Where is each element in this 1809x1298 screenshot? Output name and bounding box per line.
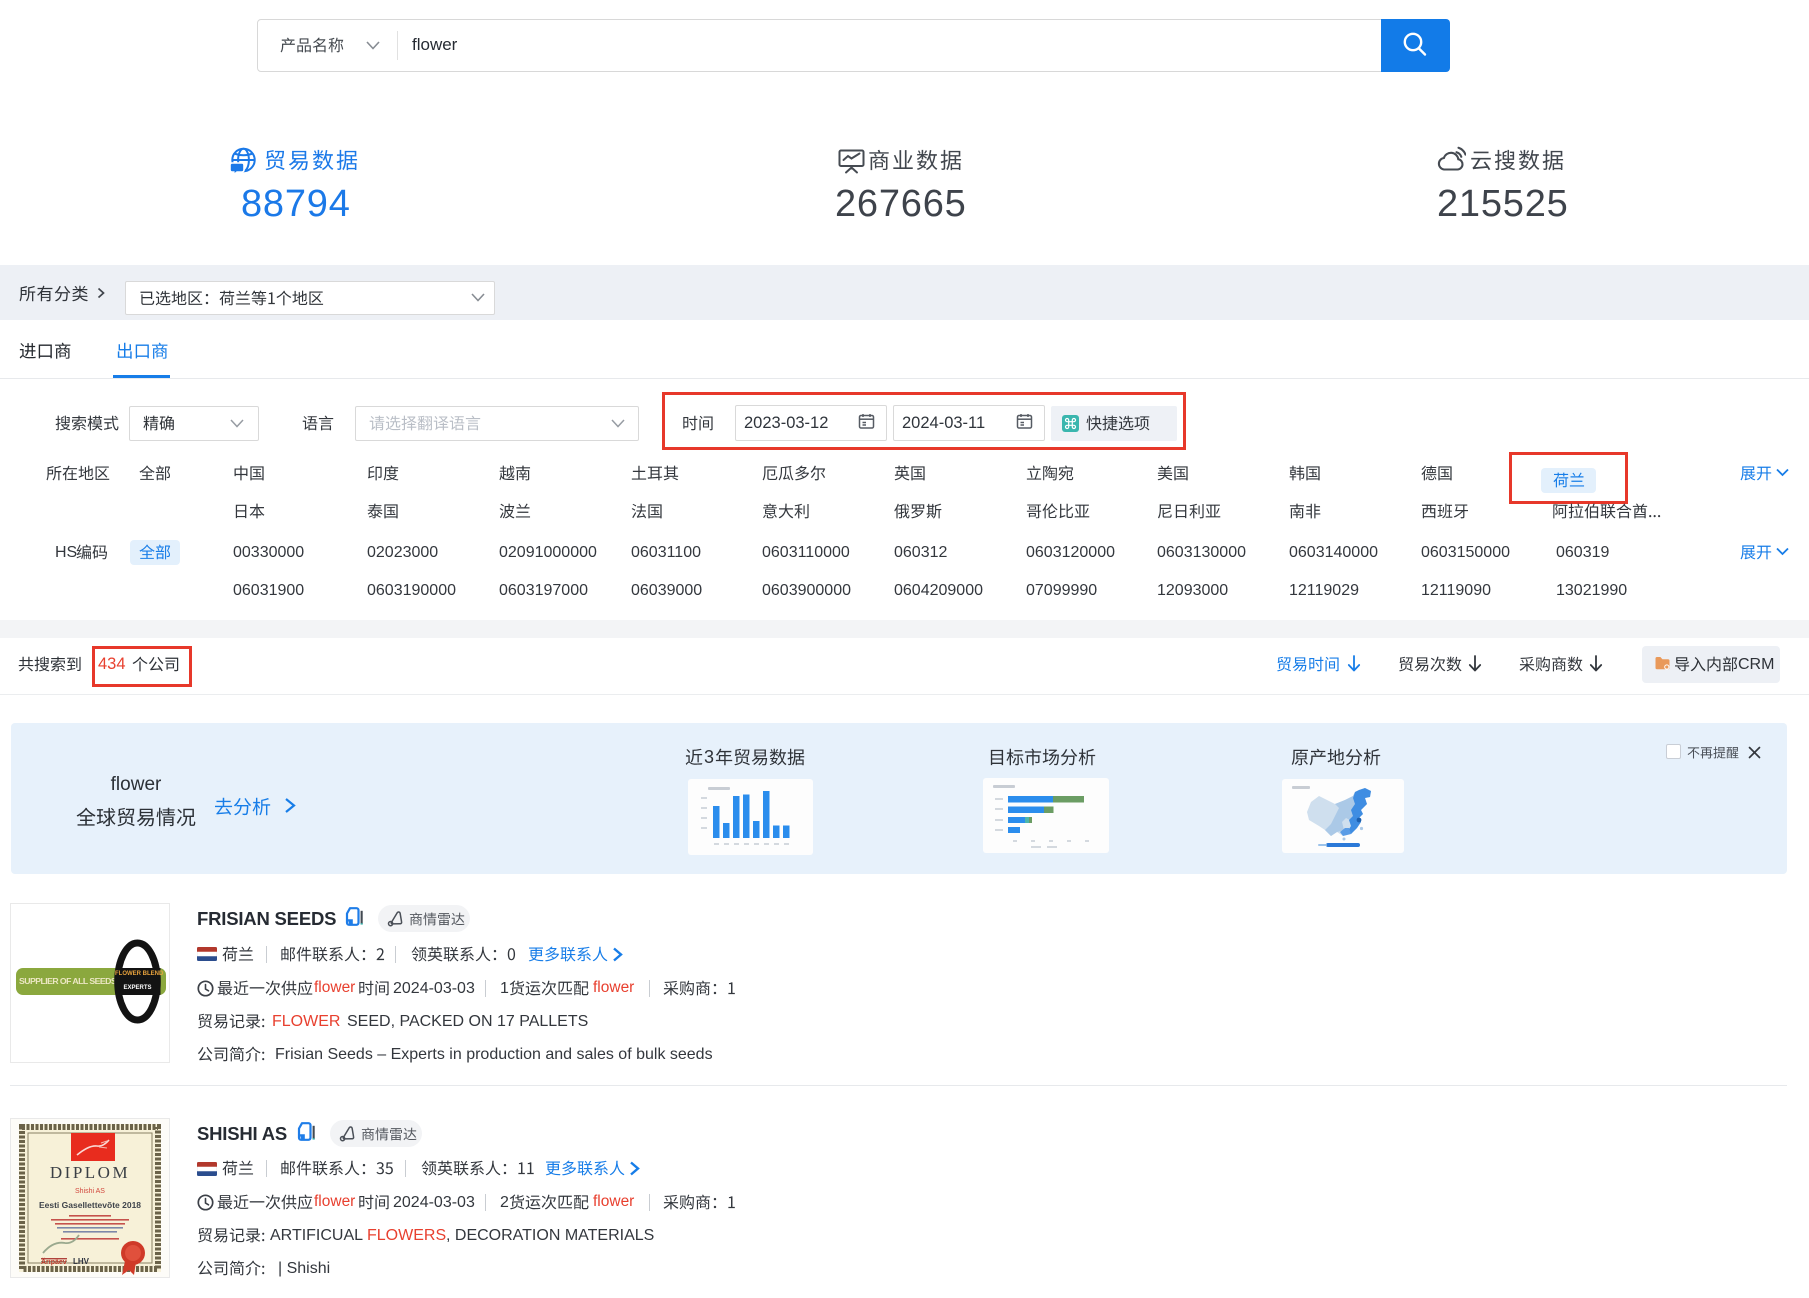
svg-text:Shishi AS: Shishi AS: [75, 1188, 105, 1195]
svg-text:LHV: LHV: [73, 1257, 90, 1266]
svg-text:Eesti Gasellettevõte 2018: Eesti Gasellettevõte 2018: [39, 1200, 141, 1210]
svg-text:DIPLOM: DIPLOM: [50, 1163, 130, 1182]
svg-text:Äripäev: Äripäev: [41, 1258, 67, 1266]
